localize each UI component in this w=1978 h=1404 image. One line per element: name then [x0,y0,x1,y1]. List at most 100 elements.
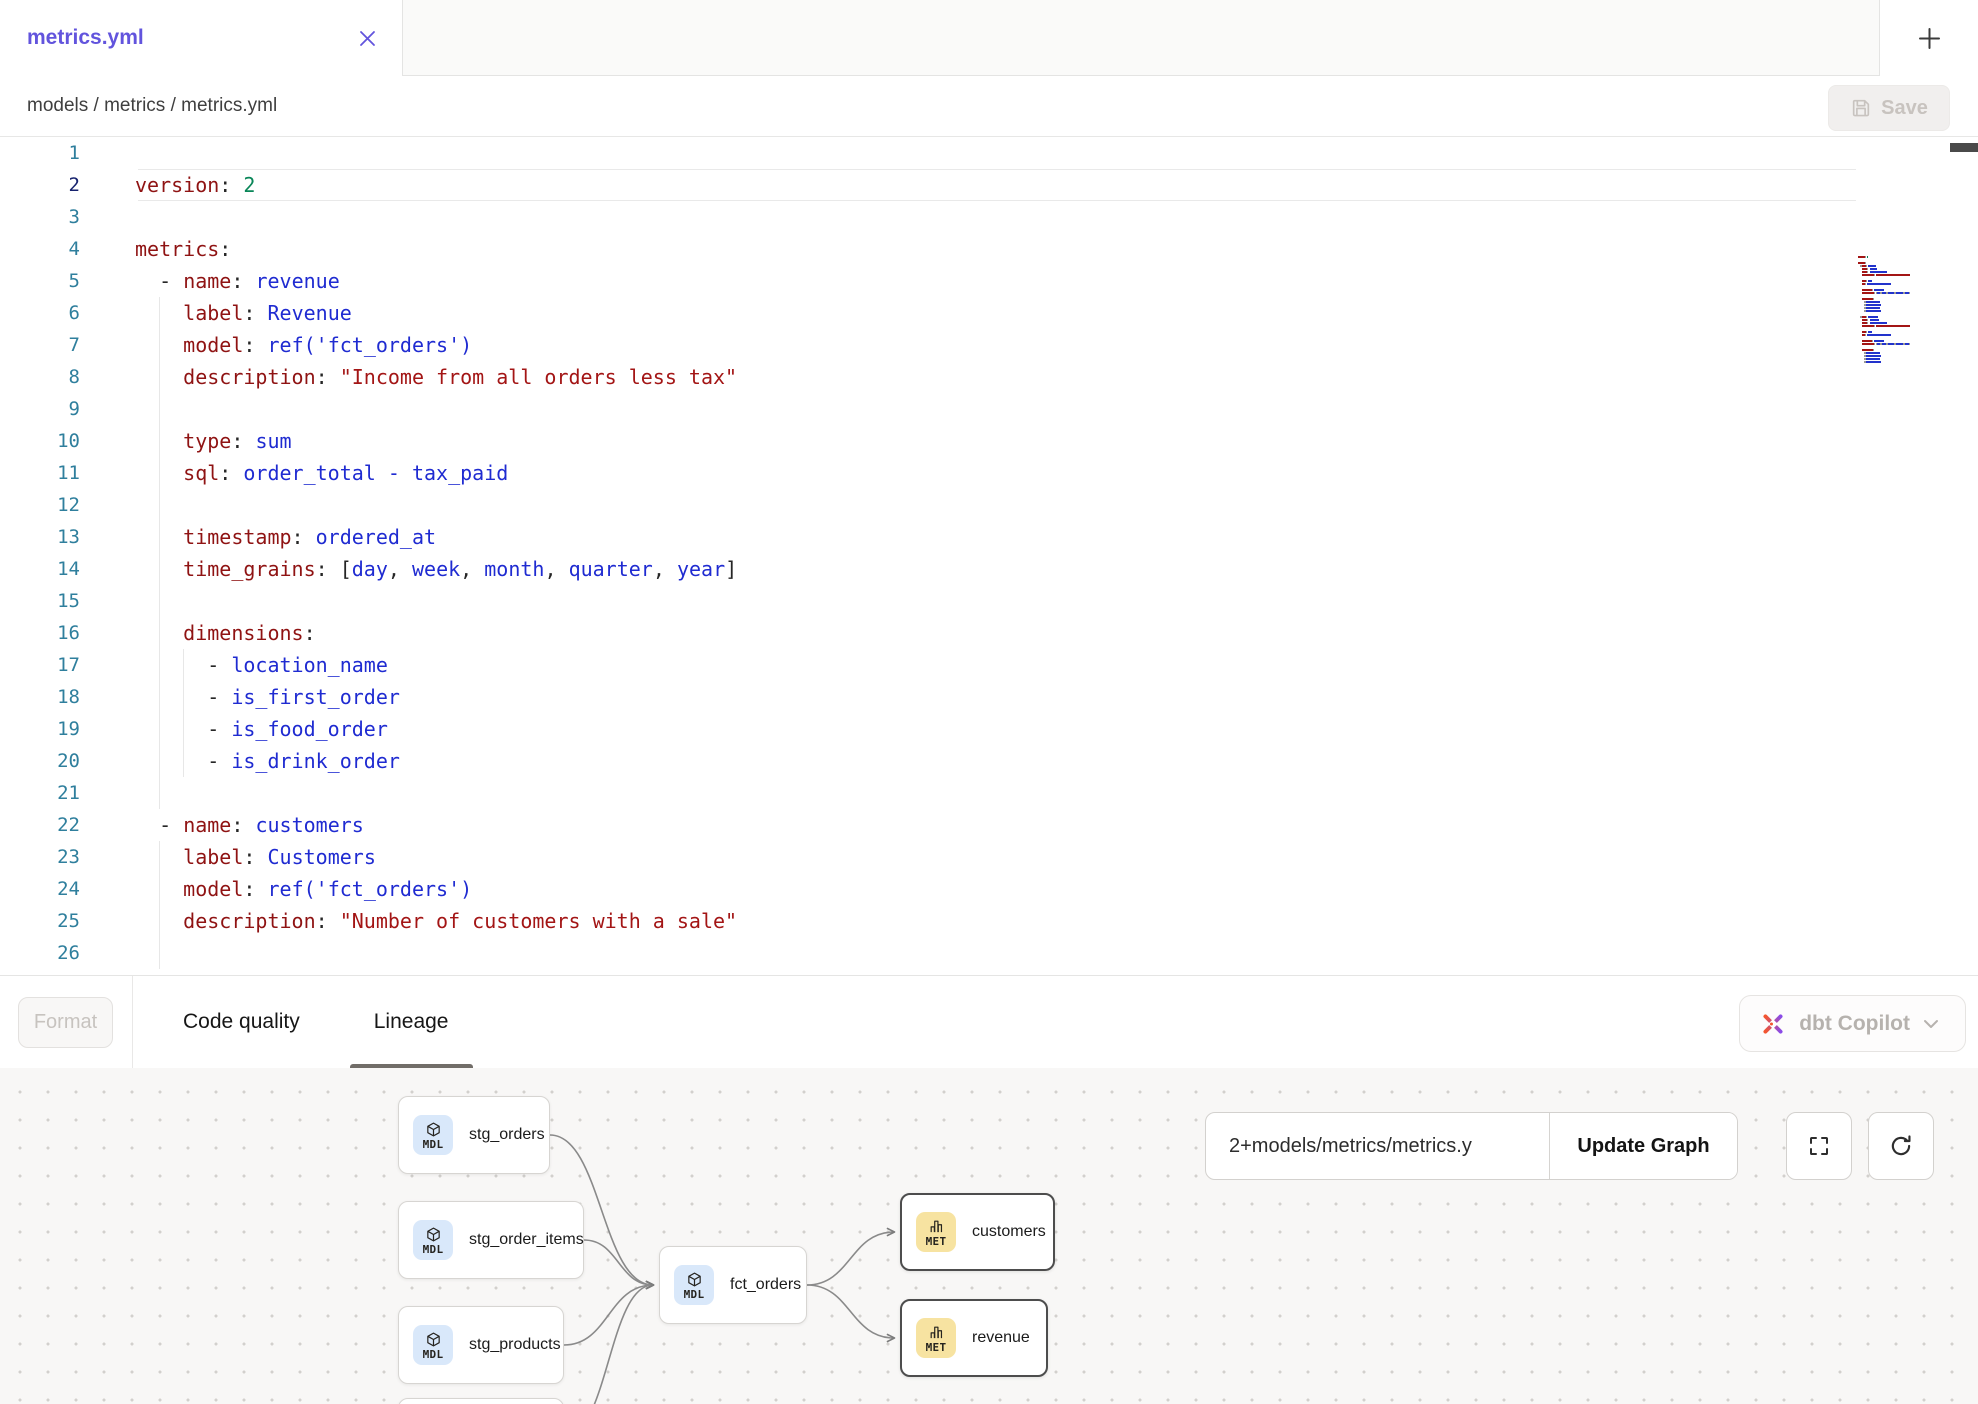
line-number: 19 [0,713,80,745]
line-number: 17 [0,649,80,681]
dbt-copilot-button[interactable]: dbt Copilot [1739,995,1966,1052]
line-number: 8 [0,361,80,393]
line-number: 24 [0,873,80,905]
toolbar-divider [132,976,133,1069]
tab-title: metrics.yml [27,26,144,50]
code-line[interactable]: 10 type: sum [0,425,1978,457]
code-line[interactable]: 5 - name: revenue [0,265,1978,297]
code-text: description: "Income from all orders les… [135,361,737,393]
code-line[interactable]: 2version: 2 [0,169,1978,201]
code-text: - is_drink_order [135,745,400,777]
format-button[interactable]: Format [18,997,113,1048]
code-line[interactable]: 8 description: "Income from all orders l… [0,361,1978,393]
lineage-selector: Update Graph [1205,1112,1738,1180]
code-line[interactable]: 20 - is_drink_order [0,745,1978,777]
app-window: metrics.yml models / metrics / metrics.y… [0,0,1978,1404]
code-line[interactable]: 22 - name: customers [0,809,1978,841]
bottom-toolbar: Format Code quality Lineage [0,975,1978,1068]
code-line[interactable]: 9 [0,393,1978,425]
code-line[interactable]: 23 label: Customers [0,841,1978,873]
fullscreen-button[interactable] [1786,1112,1852,1180]
line-number: 21 [0,777,80,809]
line-number: 4 [0,233,80,265]
code-text: dimensions: [135,617,316,649]
code-line[interactable]: 21 [0,777,1978,809]
lineage-node-stg_order_items[interactable]: MDLstg_order_items [398,1201,584,1279]
indent-guide [159,393,160,425]
line-number: 13 [0,521,80,553]
code-line[interactable]: 3 [0,201,1978,233]
minimap[interactable] [1858,253,1916,367]
line-number: 6 [0,297,80,329]
node-label: stg_orders [469,1126,545,1144]
line-number: 7 [0,329,80,361]
code-line[interactable]: 4 metrics: [0,233,1978,265]
overview-ruler-mark [1950,143,1978,152]
code-line[interactable]: 1 [0,137,1978,169]
code-line[interactable]: 24 model: ref('fct_orders') [0,873,1978,905]
code-text: timestamp: ordered_at [135,521,436,553]
line-number: 1 [0,137,80,169]
model-cube-icon: MDL [413,1325,453,1365]
lineage-selector-input[interactable] [1206,1113,1549,1179]
code-line[interactable]: 12 [0,489,1978,521]
lineage-panel[interactable]: MDLstg_ordersMDLstg_order_itemsMDLstg_pr… [0,1068,1978,1404]
lineage-node-fct_orders[interactable]: MDLfct_orders [659,1246,807,1324]
line-number: 14 [0,553,80,585]
close-tab-icon[interactable] [356,27,378,49]
code-line[interactable]: 7 model: ref('fct_orders') [0,329,1978,361]
tab-lineage[interactable]: Lineage [350,976,473,1069]
code-line[interactable]: 18 - is_first_order [0,681,1978,713]
code-text: metrics: [135,233,231,265]
lineage-node-revenue[interactable]: METrevenue [900,1299,1048,1377]
indent-guide [159,937,160,969]
code-text: model: ref('fct_orders') [135,873,472,905]
code-line[interactable]: 14 time_grains: [day, week, month, quart… [0,553,1978,585]
tab-metrics-yml[interactable]: metrics.yml [0,0,402,76]
save-button[interactable]: Save [1828,85,1950,131]
line-number: 16 [0,617,80,649]
code-line[interactable]: 11 sql: order_total - tax_paid [0,457,1978,489]
node-label: customers [972,1223,1046,1241]
code-line[interactable]: 13 timestamp: ordered_at [0,521,1978,553]
plus-icon [1918,27,1941,50]
indent-guide [159,777,160,809]
line-number: 2 [0,169,80,201]
tab-code-quality[interactable]: Code quality [183,976,300,1069]
line-number: 15 [0,585,80,617]
code-editor[interactable]: 12version: 234 metrics:5 - name: revenue6… [0,137,1978,975]
lineage-node-customers[interactable]: METcustomers [900,1193,1055,1271]
new-tab-area [1880,0,1978,76]
code-text: - location_name [135,649,388,681]
line-number: 10 [0,425,80,457]
model-cube-icon: MDL [413,1220,453,1260]
line-number: 20 [0,745,80,777]
line-number: 12 [0,489,80,521]
lineage-node-hidden_source[interactable]: MDL [398,1398,564,1404]
model-cube-icon: MDL [674,1265,714,1305]
chevron-down-icon [1923,1019,1939,1029]
code-line[interactable]: 16 dimensions: [0,617,1978,649]
code-line[interactable]: 17 - location_name [0,649,1978,681]
line-number: 9 [0,393,80,425]
update-graph-button[interactable]: Update Graph [1549,1113,1737,1179]
code-lines: 12version: 234 metrics:5 - name: revenue6… [0,137,1978,969]
code-line[interactable]: 6 label: Revenue [0,297,1978,329]
breadcrumb: models / metrics / metrics.yml [27,95,277,117]
line-number: 3 [0,201,80,233]
line-number: 22 [0,809,80,841]
code-text: type: sum [135,425,292,457]
code-line[interactable]: 25 description: "Number of customers wit… [0,905,1978,937]
code-line[interactable]: 19 - is_food_order [0,713,1978,745]
tab-lineage-label: Lineage [374,1010,449,1034]
node-label: revenue [972,1329,1030,1347]
lineage-node-stg_products[interactable]: MDLstg_products [398,1306,564,1384]
code-line[interactable]: 26 [0,937,1978,969]
code-text: description: "Number of customers with a… [135,905,737,937]
refresh-button[interactable] [1868,1112,1934,1180]
new-tab-button[interactable] [1911,20,1947,56]
code-line[interactable]: 15 [0,585,1978,617]
code-text: - name: revenue [135,265,340,297]
lineage-node-stg_orders[interactable]: MDLstg_orders [398,1096,550,1174]
line-number: 11 [0,457,80,489]
